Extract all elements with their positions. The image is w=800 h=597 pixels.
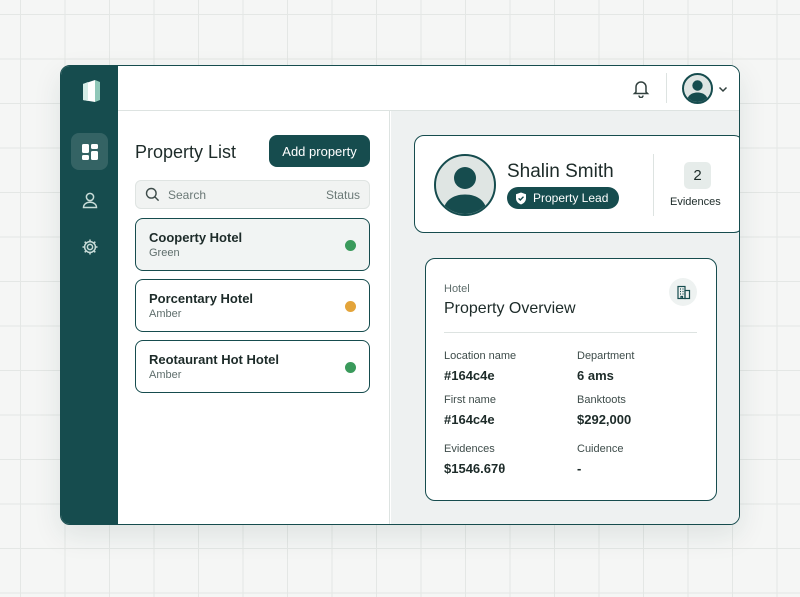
nav-settings-button[interactable] xyxy=(71,228,108,265)
property-status: Amber xyxy=(149,308,182,320)
shield-check-icon xyxy=(516,192,526,204)
app-window: Property List Add property Search Status… xyxy=(60,65,740,525)
property-list-title: Property List xyxy=(135,142,237,162)
bell-icon[interactable] xyxy=(631,78,651,98)
property-status: Green xyxy=(149,247,180,259)
nav-profile-button[interactable] xyxy=(71,181,108,218)
dashboard-icon xyxy=(81,143,98,160)
nav-dashboard-button[interactable] xyxy=(71,133,108,170)
profile-divider xyxy=(653,154,654,216)
field-label: Cuidence xyxy=(577,443,624,455)
profile-name: Shalin Smith xyxy=(507,161,614,182)
detail-pane: Shalin Smith Property Lead 2 Evidences H… xyxy=(391,111,739,524)
nav-rail xyxy=(61,66,118,524)
overview-divider xyxy=(444,332,697,333)
field-value: $1546.67θ xyxy=(444,461,506,476)
field-label: First name xyxy=(444,394,496,406)
field-value: #164c4e xyxy=(444,412,495,427)
field-label: Evidences xyxy=(444,443,495,455)
evidence-label: Evidences xyxy=(670,196,721,208)
building-icon[interactable] xyxy=(669,278,697,306)
field-value: $292,000 xyxy=(577,412,632,427)
top-bar xyxy=(118,66,739,111)
status-dot xyxy=(345,240,356,251)
evidence-count: 2 xyxy=(684,162,711,189)
overview-title: Property Overview xyxy=(444,300,576,317)
property-name: Reotaurant Hot Hotel xyxy=(149,352,279,367)
gear-icon xyxy=(82,239,97,254)
user-icon xyxy=(82,192,97,208)
search-placeholder: Search xyxy=(168,188,207,202)
field-label: Banktoots xyxy=(577,394,626,406)
search-icon xyxy=(145,187,160,202)
field-value: 6 ams xyxy=(577,368,614,383)
list-item[interactable]: Reotaurant Hot Hotel Amber xyxy=(135,340,370,393)
list-item[interactable]: Porcentary Hotel Amber xyxy=(135,279,370,332)
app-logo[interactable] xyxy=(79,78,101,104)
chevron-down-icon[interactable] xyxy=(717,83,729,95)
topbar-divider xyxy=(666,73,667,103)
role-label: Property Lead xyxy=(533,191,609,205)
list-item[interactable]: Cooperty Hotel Green xyxy=(135,218,370,271)
profile-avatar xyxy=(434,154,496,216)
field-value: - xyxy=(577,461,582,476)
role-badge: Property Lead xyxy=(507,187,620,209)
property-name: Cooperty Hotel xyxy=(149,230,243,245)
user-avatar[interactable] xyxy=(682,73,713,104)
field-value: #164c4e xyxy=(444,368,495,383)
field-label: Department xyxy=(577,350,635,362)
search-input[interactable]: Search Status xyxy=(135,180,370,209)
status-dot xyxy=(345,362,356,373)
profile-card: Shalin Smith Property Lead 2 Evidences xyxy=(414,135,739,233)
property-status: Amber xyxy=(149,369,182,381)
status-dot xyxy=(345,301,356,312)
field-label: Location name xyxy=(444,350,517,362)
property-overview-card: Hotel Property Overview Location name #1… xyxy=(425,258,717,501)
status-filter[interactable]: Status xyxy=(326,188,360,202)
overview-kicker: Hotel xyxy=(444,283,470,295)
property-name: Porcentary Hotel xyxy=(149,291,254,306)
add-property-button[interactable]: Add property xyxy=(269,135,370,167)
